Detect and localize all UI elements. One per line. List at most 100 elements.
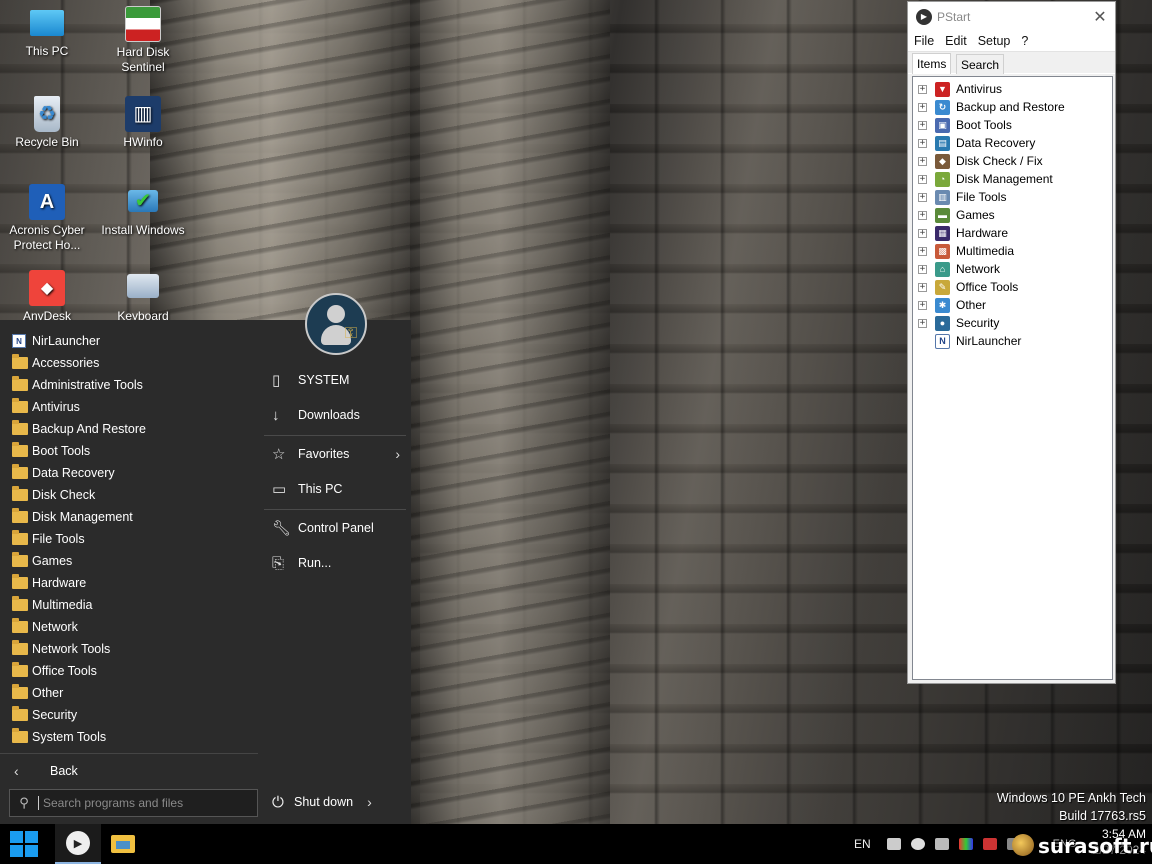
start-folder-hardware[interactable]: Hardware	[0, 572, 258, 594]
tree-item-icon: ●	[935, 315, 950, 331]
start-folder-data-recovery[interactable]: Data Recovery	[0, 462, 258, 484]
start-folder-other[interactable]: Other	[0, 682, 258, 704]
menu-help[interactable]: ?	[1021, 34, 1028, 48]
tree-item[interactable]: + ▼ Antivirus	[913, 80, 1112, 98]
expand-icon[interactable]: +	[918, 300, 927, 310]
start-link-control-panel[interactable]: 🔧︎ Control Panel	[264, 515, 406, 541]
start-folder-backup-and-restore[interactable]: Backup And Restore	[0, 418, 258, 440]
folder-icon	[12, 354, 28, 369]
tree-item[interactable]: + ● Security	[913, 314, 1112, 332]
start-folder-disk-management[interactable]: Disk Management	[0, 506, 258, 528]
tree-item[interactable]: + ▦ Hardware	[913, 224, 1112, 242]
network-icon[interactable]	[886, 838, 901, 850]
start-link-label: Control Panel	[298, 521, 374, 535]
expand-icon[interactable]: +	[918, 192, 927, 202]
expand-icon[interactable]: +	[918, 228, 927, 238]
shutdown-button[interactable]: ⏻ Shut down ›	[272, 790, 392, 814]
expand-icon[interactable]: +	[918, 156, 927, 166]
start-folder-network[interactable]: Network	[0, 616, 258, 638]
folder-icon	[12, 442, 28, 457]
start-link-this-pc[interactable]: ▭ This PC	[264, 476, 406, 502]
expand-icon[interactable]: +	[918, 210, 927, 220]
start-link-run[interactable]: ⎘ Run...	[264, 550, 406, 576]
keyboard-icon[interactable]	[934, 838, 949, 850]
expand-icon[interactable]: +	[918, 138, 927, 148]
desktop-icon-this-pc[interactable]: This PC	[2, 6, 92, 59]
start-folder-office-tools[interactable]: Office Tools	[0, 660, 258, 682]
expand-icon[interactable]: +	[918, 174, 927, 184]
expand-icon[interactable]: +	[918, 264, 927, 274]
tree-item[interactable]: + ✱ Other	[913, 296, 1112, 314]
start-folder-multimedia[interactable]: Multimedia	[0, 594, 258, 616]
start-folder-disk-check[interactable]: Disk Check	[0, 484, 258, 506]
start-item-nirlauncher[interactable]: N NirLauncher	[0, 330, 258, 352]
tree-item[interactable]: + ▬ Games	[913, 206, 1112, 224]
start-button[interactable]	[10, 831, 40, 857]
back-button[interactable]: ‹ Back	[0, 760, 258, 782]
desktop-icon-recycle-bin[interactable]: ♻ Recycle Bin	[2, 96, 92, 150]
start-folder-security[interactable]: Security	[0, 704, 258, 726]
desktop-icon-install-windows[interactable]: ✔ Install Windows	[98, 184, 188, 238]
desktop-icon-hwinfo[interactable]: ▥ HWinfo	[98, 96, 188, 150]
taskbar-explorer-button[interactable]	[100, 824, 146, 864]
start-folder-network-tools[interactable]: Network Tools	[0, 638, 258, 660]
expand-icon[interactable]: +	[918, 120, 927, 130]
expand-icon[interactable]: +	[918, 102, 927, 112]
color-icon[interactable]	[958, 838, 973, 850]
expand-icon[interactable]: +	[918, 246, 927, 256]
start-item-label: Other	[32, 686, 64, 700]
taskbar-pstart-button[interactable]: ▶	[55, 824, 101, 864]
start-link-downloads[interactable]: ↓ Downloads	[264, 402, 406, 428]
tree-item-label: Security	[956, 316, 1000, 330]
tab-search[interactable]: Search	[956, 54, 1005, 74]
start-folder-antivirus[interactable]: Antivirus	[0, 396, 258, 418]
pstart-titlebar[interactable]: ▶ PStart ✕	[908, 2, 1115, 31]
tool-icon[interactable]	[982, 838, 997, 850]
start-folder-administrative-tools[interactable]: Administrative Tools	[0, 374, 258, 396]
desktop-icon-anydesk[interactable]: ◆ AnyDesk	[2, 270, 92, 324]
install-windows-icon: ✔	[128, 190, 158, 212]
start-link-label: Downloads	[298, 408, 360, 422]
avatar-head	[327, 305, 345, 323]
desktop-icon-acronis[interactable]: A Acronis Cyber Protect Ho...	[2, 184, 92, 253]
close-icon[interactable]: ✕	[1085, 7, 1115, 27]
menu-edit[interactable]: Edit	[945, 34, 967, 48]
start-folder-file-tools[interactable]: File Tools	[0, 528, 258, 550]
menu-setup[interactable]: Setup	[978, 34, 1011, 48]
tree-item[interactable]: + ◆ Disk Check / Fix	[913, 152, 1112, 170]
start-folder-accessories[interactable]: Accessories	[0, 352, 258, 374]
wrench-icon: 🔧︎	[272, 520, 292, 537]
tree-item[interactable]: + ⌂ Network	[913, 260, 1112, 278]
tree-item[interactable]: + ▥ File Tools	[913, 188, 1112, 206]
expand-icon[interactable]: +	[918, 84, 927, 94]
start-search-box[interactable]: ⚲	[9, 789, 258, 817]
start-folder-games[interactable]: Games	[0, 550, 258, 572]
tree-item-icon: ▥	[935, 189, 950, 205]
desktop-icon-hard-disk-sentinel[interactable]: Hard Disk Sentinel	[98, 6, 188, 75]
folder-icon	[12, 706, 28, 721]
tree-item[interactable]: + ◔ Disk Management	[913, 170, 1112, 188]
taskbar: ▶ EN ENG	[0, 824, 1152, 864]
start-link-system[interactable]: ▯ SYSTEM	[264, 367, 406, 393]
tree-item-label: Boot Tools	[956, 118, 1012, 132]
expand-icon[interactable]: +	[918, 282, 927, 292]
start-folder-system-tools[interactable]: System Tools	[0, 726, 258, 748]
tree-item[interactable]: + ↻ Backup and Restore	[913, 98, 1112, 116]
pstart-tray-icon[interactable]	[910, 838, 925, 850]
start-link-favorites[interactable]: ☆ Favorites ›	[264, 441, 406, 467]
language-indicator[interactable]: EN	[854, 837, 871, 851]
start-item-label: Security	[32, 708, 78, 722]
tab-items[interactable]: Items	[912, 53, 952, 74]
desktop-icon-label: Acronis Cyber Protect Ho...	[9, 223, 85, 252]
tree-item[interactable]: + ▣ Boot Tools	[913, 116, 1112, 134]
tree-item[interactable]: + ▩ Multimedia	[913, 242, 1112, 260]
user-avatar[interactable]: ⚿	[305, 293, 367, 355]
start-right-divider	[264, 435, 406, 436]
menu-file[interactable]: File	[914, 34, 934, 48]
search-input[interactable]	[38, 796, 238, 810]
start-folder-boot-tools[interactable]: Boot Tools	[0, 440, 258, 462]
tree-item[interactable]: + ▤ Data Recovery	[913, 134, 1112, 152]
tree-item[interactable]: N NirLauncher	[913, 332, 1112, 350]
expand-icon[interactable]: +	[918, 318, 927, 328]
tree-item[interactable]: + ✎ Office Tools	[913, 278, 1112, 296]
